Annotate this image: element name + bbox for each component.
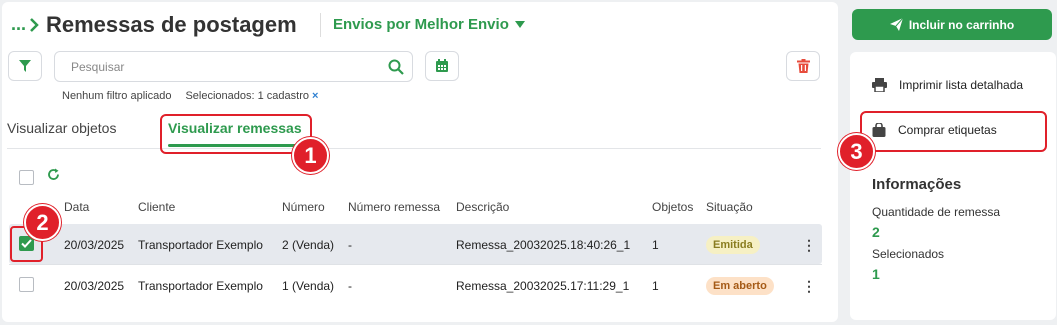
selected-text: Selecionados: 1 cadastro	[185, 90, 309, 102]
clear-selection-icon[interactable]: ×	[312, 90, 318, 102]
cell-data: 20/03/2025	[64, 279, 125, 293]
cell-objetos: 1	[652, 238, 659, 252]
column-header-numero[interactable]: Número	[282, 200, 325, 214]
tabs-divider	[7, 148, 821, 149]
breadcrumb[interactable]: ...	[11, 14, 40, 35]
column-header-situacao[interactable]: Situação	[706, 200, 753, 214]
annotation-badge-2: 2	[24, 204, 61, 241]
info-value-selected: 1	[872, 266, 880, 282]
info-value-quantity: 2	[872, 224, 880, 240]
tab-visualizar-objetos[interactable]: Visualizar objetos	[7, 120, 116, 136]
menu-item-label: Imprimir lista detalhada	[899, 78, 1024, 92]
cell-cliente: Transportador Exemplo	[138, 279, 263, 293]
shipping-dropdown-label: Envios por Melhor Envio	[333, 16, 509, 33]
cell-cliente: Transportador Exemplo	[138, 238, 263, 252]
status-badge: Em aberto	[706, 277, 774, 295]
search-input[interactable]	[71, 59, 388, 74]
cell-numero: 2 (Venda)	[282, 238, 335, 252]
cell-descricao: Remessa_20032025.17:11:29_1	[456, 279, 630, 293]
trash-icon	[796, 59, 810, 73]
filter-info: Nenhum filtro aplicado Selecionados: 1 c…	[62, 90, 318, 102]
select-all-checkbox[interactable]	[19, 170, 34, 185]
column-header-descricao[interactable]: Descrição	[456, 200, 509, 214]
column-header-data[interactable]: Data	[64, 200, 89, 214]
annotation-badge-3: 3	[838, 133, 875, 170]
page-title: Remessas de postagem	[46, 12, 297, 37]
paper-plane-icon	[889, 18, 903, 31]
delete-button[interactable]	[786, 51, 820, 81]
column-header-objetos[interactable]: Objetos	[652, 200, 693, 214]
caret-down-icon	[514, 20, 525, 28]
row-menu-icon[interactable]: ⋮	[802, 279, 816, 293]
menu-item-print-list[interactable]: Imprimir lista detalhada	[872, 78, 1023, 92]
no-filter-text: Nenhum filtro aplicado	[62, 90, 172, 102]
calendar-button[interactable]	[425, 51, 459, 81]
column-header-numero-remessa[interactable]: Número remessa	[348, 200, 440, 214]
cell-numero-remessa: -	[348, 279, 352, 293]
search-field[interactable]	[54, 51, 413, 82]
breadcrumb-ellipsis[interactable]: ...	[11, 14, 26, 35]
row-checkbox[interactable]	[19, 277, 34, 292]
annotation-highlight-tab	[160, 114, 312, 154]
info-label-selected: Selecionados	[872, 247, 945, 261]
info-title: Informações	[872, 176, 962, 193]
row-menu-icon[interactable]: ⋮	[802, 238, 816, 252]
table-row[interactable]	[9, 265, 822, 305]
chevron-right-icon	[30, 17, 39, 32]
calendar-icon	[436, 59, 448, 72]
cell-objetos: 1	[652, 279, 659, 293]
column-header-cliente[interactable]: Cliente	[138, 200, 175, 214]
search-icon[interactable]	[388, 59, 404, 75]
header-divider	[320, 13, 321, 37]
add-to-cart-button[interactable]: Incluir no carrinho	[852, 9, 1052, 40]
printer-icon	[872, 78, 887, 92]
filter-icon	[19, 60, 31, 72]
cell-numero-remessa: -	[348, 238, 352, 252]
annotation-badge-1: 1	[292, 137, 329, 174]
filter-button[interactable]	[8, 51, 42, 81]
status-badge: Emitida	[706, 236, 760, 254]
selected-info: Selecionados: 1 cadastro ×	[185, 90, 318, 102]
info-label-quantity: Quantidade de remessa	[872, 205, 1001, 219]
shipping-dropdown[interactable]: Envios por Melhor Envio	[333, 16, 525, 33]
annotation-highlight-buy-labels	[860, 111, 1047, 152]
cell-descricao: Remessa_20032025.18:40:26_1	[456, 238, 631, 252]
add-to-cart-label: Incluir no carrinho	[908, 17, 1015, 32]
refresh-icon[interactable]	[47, 168, 60, 181]
table-row[interactable]	[9, 224, 822, 264]
cell-data: 20/03/2025	[64, 238, 125, 252]
cell-numero: 1 (Venda)	[282, 279, 335, 293]
